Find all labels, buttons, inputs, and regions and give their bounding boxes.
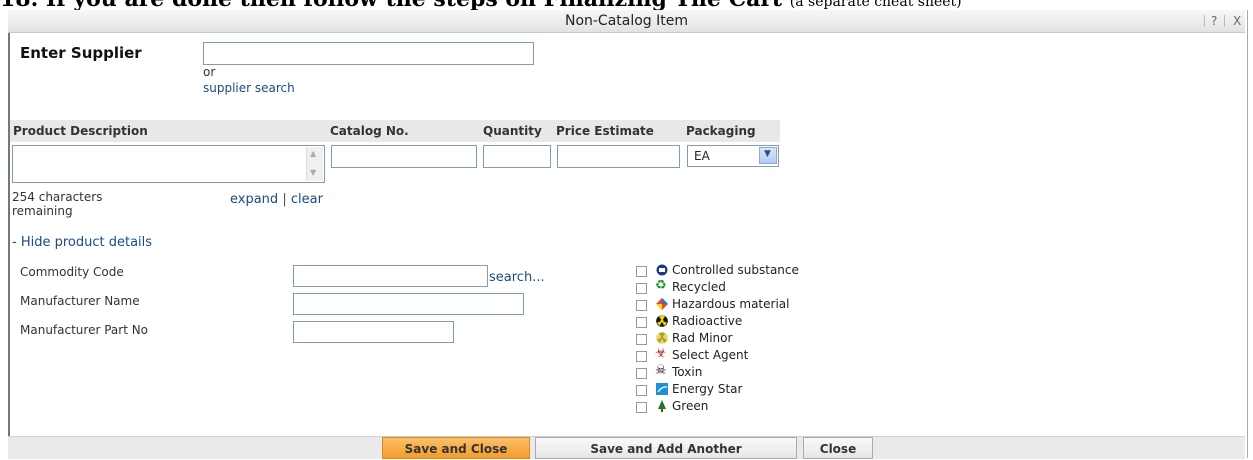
recycled-checkbox[interactable] [636, 283, 647, 294]
recycled-icon: ♻ [655, 278, 667, 293]
quantity-input[interactable] [483, 145, 551, 168]
chars-remaining-count: 254 characters [12, 190, 103, 204]
commodity-search-link[interactable]: search... [489, 270, 545, 285]
green-tree-icon [658, 400, 666, 412]
recycled-label: Recycled [672, 280, 726, 294]
enter-supplier-label: Enter Supplier [20, 44, 142, 62]
supplier-input[interactable] [203, 42, 534, 65]
document-heading-note: (a separate cheat sheet) [789, 0, 962, 10]
close-dialog-button[interactable]: X [1233, 14, 1241, 28]
dialog-title: Non-Catalog Item [564, 13, 689, 29]
energy-star-label: Energy Star [672, 382, 743, 396]
manufacturer-name-input[interactable] [293, 293, 524, 315]
catalog-no-input[interactable] [331, 145, 477, 168]
product-description-textarea[interactable]: ▲ ▼ [12, 145, 325, 183]
non-catalog-item-dialog [8, 10, 1248, 458]
col-packaging: Packaging [686, 124, 756, 138]
close-button[interactable]: Close [803, 437, 873, 459]
controlled-substance-icon [656, 264, 668, 276]
toxin-checkbox[interactable] [636, 368, 647, 379]
commodity-code-input[interactable] [293, 265, 488, 287]
select-agent-checkbox[interactable] [636, 351, 647, 362]
energy-star-icon [656, 383, 668, 395]
select-agent-icon: ☣ [655, 346, 667, 361]
col-quantity: Quantity [483, 124, 542, 138]
green-label: Green [672, 399, 709, 413]
textarea-scrollbar[interactable]: ▲ ▼ [306, 147, 323, 181]
rad-minor-checkbox[interactable] [636, 334, 647, 345]
manufacturer-name-label: Manufacturer Name [20, 294, 140, 308]
price-estimate-input[interactable] [557, 145, 680, 168]
manufacturer-part-no-input[interactable] [293, 321, 454, 343]
toxin-label: Toxin [672, 365, 703, 379]
description-actions: expand | clear [230, 192, 323, 207]
commodity-code-label: Commodity Code [20, 265, 124, 279]
rad-minor-icon [656, 332, 668, 344]
packaging-selected-value: EA [694, 149, 710, 163]
supplier-search-link[interactable]: supplier search [203, 81, 295, 95]
hazardous-label: Hazardous material [672, 297, 790, 311]
radioactive-checkbox[interactable] [636, 317, 647, 328]
toxin-icon: ☠ [655, 363, 667, 378]
titlebar-divider [1224, 15, 1225, 27]
save-and-close-button[interactable]: Save and Close [382, 437, 530, 459]
dialog-titlebar: Non-Catalog Item ? X [8, 10, 1245, 33]
or-text: or [203, 65, 216, 79]
help-button[interactable]: ? [1211, 14, 1217, 28]
energy-star-checkbox[interactable] [636, 385, 647, 396]
clear-link[interactable]: clear [291, 192, 323, 207]
actions-separator: | [282, 192, 287, 207]
col-price-estimate: Price Estimate [556, 124, 654, 138]
green-checkbox[interactable] [636, 402, 647, 413]
scroll-up-icon[interactable]: ▲ [310, 149, 316, 158]
manufacturer-part-no-label: Manufacturer Part No [20, 323, 149, 337]
hide-product-details-link[interactable]: - Hide product details [12, 235, 152, 250]
hazardous-icon [656, 298, 668, 310]
titlebar-divider [1204, 15, 1205, 27]
select-agent-label: Select Agent [672, 348, 749, 362]
packaging-select[interactable]: EA ▼ [687, 145, 779, 167]
line-item-header-row: Product Description Catalog No. Quantity… [10, 120, 780, 142]
chevron-down-icon: ▼ [764, 149, 771, 159]
save-and-add-another-button[interactable]: Save and Add Another [535, 437, 797, 459]
document-heading-text: 18. If you are done then follow the step… [0, 0, 782, 10]
expand-link[interactable]: expand [230, 192, 278, 207]
controlled-substance-checkbox[interactable] [636, 266, 647, 277]
document-heading: 18. If you are done then follow the step… [0, 0, 1253, 10]
scroll-down-icon[interactable]: ▼ [310, 168, 316, 177]
radioactive-icon [656, 315, 668, 327]
col-catalog-no: Catalog No. [330, 124, 409, 138]
col-product-description: Product Description [13, 124, 148, 138]
chars-remaining: 254 characters remaining [12, 190, 102, 218]
controlled-substance-label: Controlled substance [672, 263, 799, 277]
rad-minor-label: Rad Minor [672, 331, 733, 345]
chars-remaining-suffix: remaining [12, 204, 73, 218]
radioactive-label: Radioactive [672, 314, 743, 328]
hazardous-checkbox[interactable] [636, 300, 647, 311]
packaging-dropdown-button[interactable]: ▼ [759, 147, 777, 164]
